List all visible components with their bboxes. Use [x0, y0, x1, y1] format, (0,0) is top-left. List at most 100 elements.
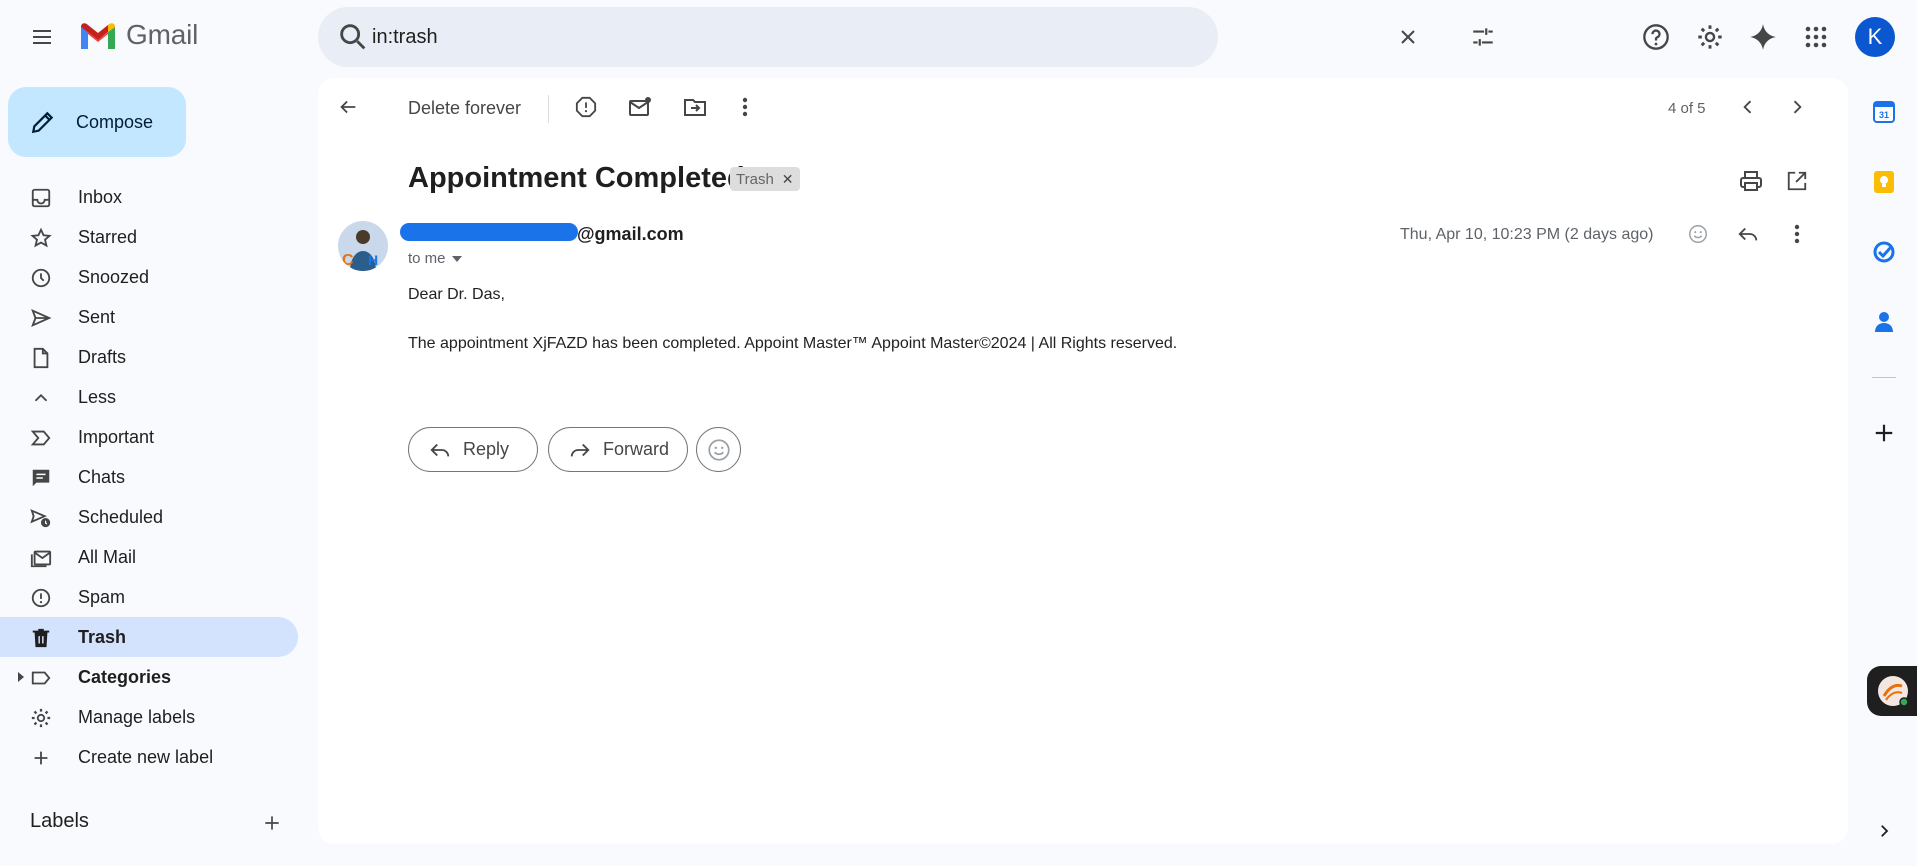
email-subject: Appointment Completed	[408, 162, 745, 194]
gemini-sparkle-icon[interactable]	[1743, 17, 1783, 57]
calendar-icon[interactable]: 31	[1869, 97, 1899, 127]
apps-grid-icon[interactable]	[1796, 17, 1836, 57]
older-chevron-right-icon[interactable]	[1777, 87, 1817, 127]
email-date: Thu, Apr 10, 10:23 PM (2 days ago)	[1400, 226, 1654, 243]
contacts-icon[interactable]	[1869, 307, 1899, 337]
keep-icon[interactable]	[1869, 167, 1899, 197]
sidebar-item-starred[interactable]: Starred	[0, 217, 298, 257]
sender-avatar[interactable]: C H	[338, 221, 388, 271]
pencil-icon	[30, 109, 56, 135]
smiley-icon	[707, 438, 730, 461]
chat-widget-avatar-icon	[1878, 676, 1909, 707]
trash-icon	[30, 627, 52, 649]
send-icon	[30, 307, 52, 329]
sidebar-item-label: All Mail	[78, 546, 137, 567]
search-options-icon[interactable]	[1463, 17, 1503, 57]
newer-chevron-left-icon[interactable]	[1728, 87, 1768, 127]
caret-down-icon[interactable]	[451, 255, 462, 262]
report-spam-icon[interactable]	[566, 87, 606, 127]
svg-text:H: H	[368, 252, 378, 268]
forward-button[interactable]: Forward	[548, 427, 688, 472]
sidebar-item-categories[interactable]: Categories	[0, 657, 298, 697]
sidebar-item-manage-labels[interactable]: Manage labels	[0, 697, 298, 737]
search-icon[interactable]	[336, 20, 370, 54]
help-icon[interactable]	[1636, 17, 1676, 57]
search-input[interactable]	[372, 22, 1072, 52]
sidebar-item-label: Create new label	[78, 746, 214, 767]
email-greeting: Dear Dr. Das,	[408, 286, 505, 303]
expand-caret-icon[interactable]	[16, 671, 26, 683]
email-view-panel: Delete forever 4 of 5 Appointment Comple…	[318, 78, 1848, 844]
sidebar-item-label: Drafts	[78, 346, 127, 367]
sidebar-item-create-label[interactable]: Create new label	[0, 737, 298, 777]
sidebar-item-sent[interactable]: Sent	[0, 297, 298, 337]
sidebar-item-chats[interactable]: Chats	[0, 457, 298, 497]
add-label-plus-icon[interactable]	[262, 813, 282, 833]
expand-side-panel-chevron-icon[interactable]	[1869, 816, 1899, 846]
sidebar-item-drafts[interactable]: Drafts	[0, 337, 298, 377]
sender-email[interactable]: @gmail.com	[577, 224, 684, 245]
clear-search-icon[interactable]	[1388, 17, 1428, 57]
clock-icon	[30, 267, 52, 289]
sidebar-item-snoozed[interactable]: Snoozed	[0, 257, 298, 297]
emoji-reaction-button[interactable]	[696, 427, 741, 472]
remove-label-icon[interactable]: ✕	[782, 171, 794, 188]
settings-gear-icon[interactable]	[1690, 17, 1730, 57]
top-bar: Gmail K	[0, 0, 1917, 74]
main-menu-icon[interactable]	[22, 17, 62, 57]
get-addons-plus-icon[interactable]	[1869, 418, 1899, 448]
labels-heading: Labels	[30, 810, 89, 832]
sidebar-item-label: Manage labels	[78, 706, 196, 727]
reply-button[interactable]: Reply	[408, 427, 538, 472]
tasks-icon[interactable]	[1869, 237, 1899, 267]
svg-text:C: C	[342, 252, 354, 269]
reply-icon	[429, 439, 451, 461]
sidebar-item-label: Sent	[78, 306, 116, 327]
floating-chat-widget[interactable]	[1867, 666, 1917, 716]
mark-unread-icon[interactable]	[620, 87, 660, 127]
sidebar-item-label: Snoozed	[78, 266, 150, 287]
scheduled-icon	[30, 507, 52, 529]
recipient-details[interactable]: to me	[408, 250, 462, 267]
sidebar-item-all-mail[interactable]: All Mail	[0, 537, 298, 577]
sidebar-item-spam[interactable]: Spam	[0, 577, 298, 617]
all-mail-icon	[30, 547, 52, 569]
toolbar-divider	[548, 95, 549, 123]
account-avatar[interactable]: K	[1855, 17, 1895, 57]
delete-forever-button[interactable]: Delete forever	[408, 98, 521, 119]
chip-label: Trash	[736, 170, 774, 188]
more-vertical-icon[interactable]	[725, 87, 765, 127]
sidebar-item-scheduled[interactable]: Scheduled	[0, 497, 298, 537]
sidebar-item-label: Categories	[78, 666, 172, 687]
print-icon[interactable]	[1731, 161, 1771, 201]
sidebar-nav: Inbox Starred Snoozed Sent Drafts Less I…	[0, 177, 298, 777]
label-icon	[30, 667, 52, 689]
sidebar-item-label: Spam	[78, 586, 126, 607]
draft-icon	[30, 347, 52, 369]
sidebar-item-important[interactable]: Important	[0, 417, 298, 457]
sidebar-item-label: Less	[78, 386, 117, 407]
gear-icon	[30, 707, 52, 729]
forward-label: Forward	[603, 439, 670, 459]
reply-arrow-icon[interactable]	[1728, 214, 1768, 254]
sidebar-item-inbox[interactable]: Inbox	[0, 177, 298, 217]
reply-label: Reply	[463, 439, 510, 459]
trash-label-chip[interactable]: Trash ✕	[730, 167, 800, 191]
back-arrow-icon[interactable]	[328, 87, 368, 127]
important-icon	[30, 427, 52, 449]
sidebar-item-less[interactable]: Less	[0, 377, 298, 417]
search-bar[interactable]	[318, 7, 1493, 67]
sidebar-item-trash[interactable]: Trash	[0, 617, 298, 657]
pagination-count: 4 of 5	[1668, 100, 1706, 117]
message-more-vertical-icon[interactable]	[1777, 214, 1817, 254]
inbox-icon	[30, 187, 52, 209]
open-new-window-icon[interactable]	[1777, 161, 1817, 201]
chevron-up-icon	[30, 387, 52, 409]
rail-divider	[1872, 377, 1896, 378]
app-name: Gmail	[126, 19, 199, 50]
add-reaction-emoji-icon[interactable]	[1678, 214, 1718, 254]
move-to-folder-icon[interactable]	[675, 87, 715, 127]
compose-button[interactable]: Compose	[8, 87, 186, 157]
gmail-logo[interactable]: Gmail	[78, 19, 198, 51]
spam-icon	[30, 587, 52, 609]
